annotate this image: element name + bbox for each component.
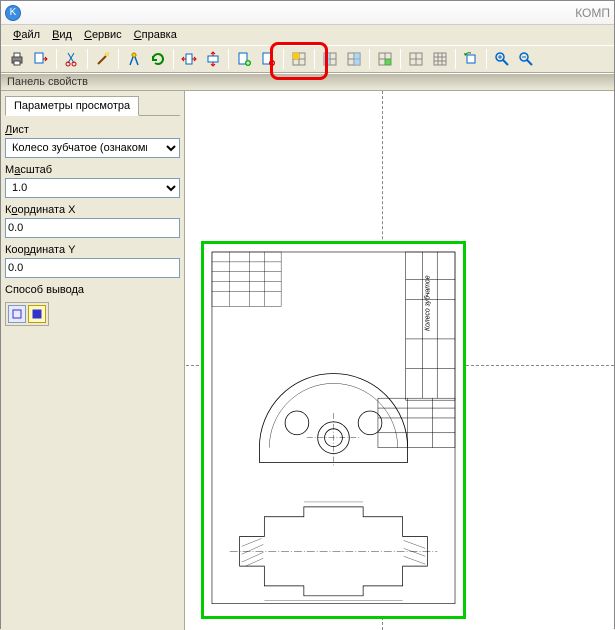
compass-icon [126,51,142,67]
grid-b1-icon [408,51,424,67]
sheet-select[interactable]: Колесо зубчатое (ознакомител [5,138,180,158]
fit-v-button[interactable] [202,48,224,70]
separator [400,49,401,69]
grid1-button[interactable] [288,48,310,70]
toolbar [1,45,614,73]
grid-select-button[interactable] [374,48,396,70]
zoom-out-button[interactable] [515,48,537,70]
menu-bar: Файл Вид Сервис Справка [1,25,614,45]
fit-vertical-icon [205,51,221,67]
separator [173,49,174,69]
grid-select-icon [377,51,393,67]
menu-help-label: правка [142,29,177,41]
grid-left-button[interactable] [319,48,341,70]
separator [369,49,370,69]
fit-horizontal-icon [181,51,197,67]
wand-button[interactable] [92,48,114,70]
main-area: Параметры просмотра Лист Колесо зубчатое… [1,91,614,630]
menu-help[interactable]: Справка [128,27,183,43]
page-add-icon [236,51,252,67]
compass-button[interactable] [123,48,145,70]
wand-icon [95,51,111,67]
refresh-icon [150,51,166,67]
technical-drawing: Колесо зубчатое [210,250,457,606]
zoom-in-icon [494,51,510,67]
refresh-button[interactable] [147,48,169,70]
export-button[interactable] [30,48,52,70]
output-mode-group [5,302,49,326]
menu-view[interactable]: Вид [46,27,78,43]
zoom-out-icon [518,51,534,67]
drawing-title-text: Колесо зубчатое [423,275,431,331]
separator [118,49,119,69]
separator [455,49,456,69]
separator [486,49,487,69]
fit-h-button[interactable] [178,48,200,70]
page-remove-icon [260,51,276,67]
rotate-icon [463,51,479,67]
output-mode-1[interactable] [8,305,26,323]
output-mode-label: Способ вывода [5,284,180,296]
page-add-button[interactable] [233,48,255,70]
panel-header: Панель свойств [1,73,614,91]
tab-view-params[interactable]: Параметры просмотра [5,96,139,116]
zoom-in-button[interactable] [491,48,513,70]
app-icon: K [5,5,21,21]
menu-file-label: айл [21,29,40,41]
drawing-page[interactable]: Колесо зубчатое [201,241,466,619]
separator [56,49,57,69]
output-mode-2[interactable] [28,305,46,323]
cut-button[interactable] [61,48,83,70]
separator [87,49,88,69]
grid-b2-button[interactable] [429,48,451,70]
separator [314,49,315,69]
coord-y-label: Координата Y [5,244,180,256]
grid-right-button[interactable] [343,48,365,70]
grid-b2-icon [432,51,448,67]
scale-label: Масштаб [5,164,180,176]
grid-b1-button[interactable] [405,48,427,70]
print-icon [9,51,25,67]
menu-file[interactable]: Файл [7,27,46,43]
cut-icon [64,51,80,67]
print-button[interactable] [6,48,28,70]
square-fill-icon [32,309,42,319]
app-title: КОМП [575,6,610,20]
square-icon [12,309,22,319]
rotate-button[interactable] [460,48,482,70]
menu-service-label: ервис [92,29,122,41]
grid-left-icon [322,51,338,67]
title-bar: K КОМП [1,1,614,25]
menu-view-label: ид [59,29,72,41]
grid-icon [291,51,307,67]
canvas-area[interactable]: Колесо зубчатое [185,91,614,630]
grid-right-icon [346,51,362,67]
tab-strip: Параметры просмотра [5,95,180,116]
coord-y-input[interactable] [5,258,180,278]
scale-select[interactable]: 1.0 [5,178,180,198]
coord-x-label: Координата X [5,204,180,216]
properties-panel: Параметры просмотра Лист Колесо зубчатое… [1,91,185,630]
separator [283,49,284,69]
menu-service[interactable]: Сервис [78,27,128,43]
export-icon [33,51,49,67]
sheet-label: Лист [5,124,180,136]
coord-x-input[interactable] [5,218,180,238]
separator [228,49,229,69]
page-remove-button[interactable] [257,48,279,70]
